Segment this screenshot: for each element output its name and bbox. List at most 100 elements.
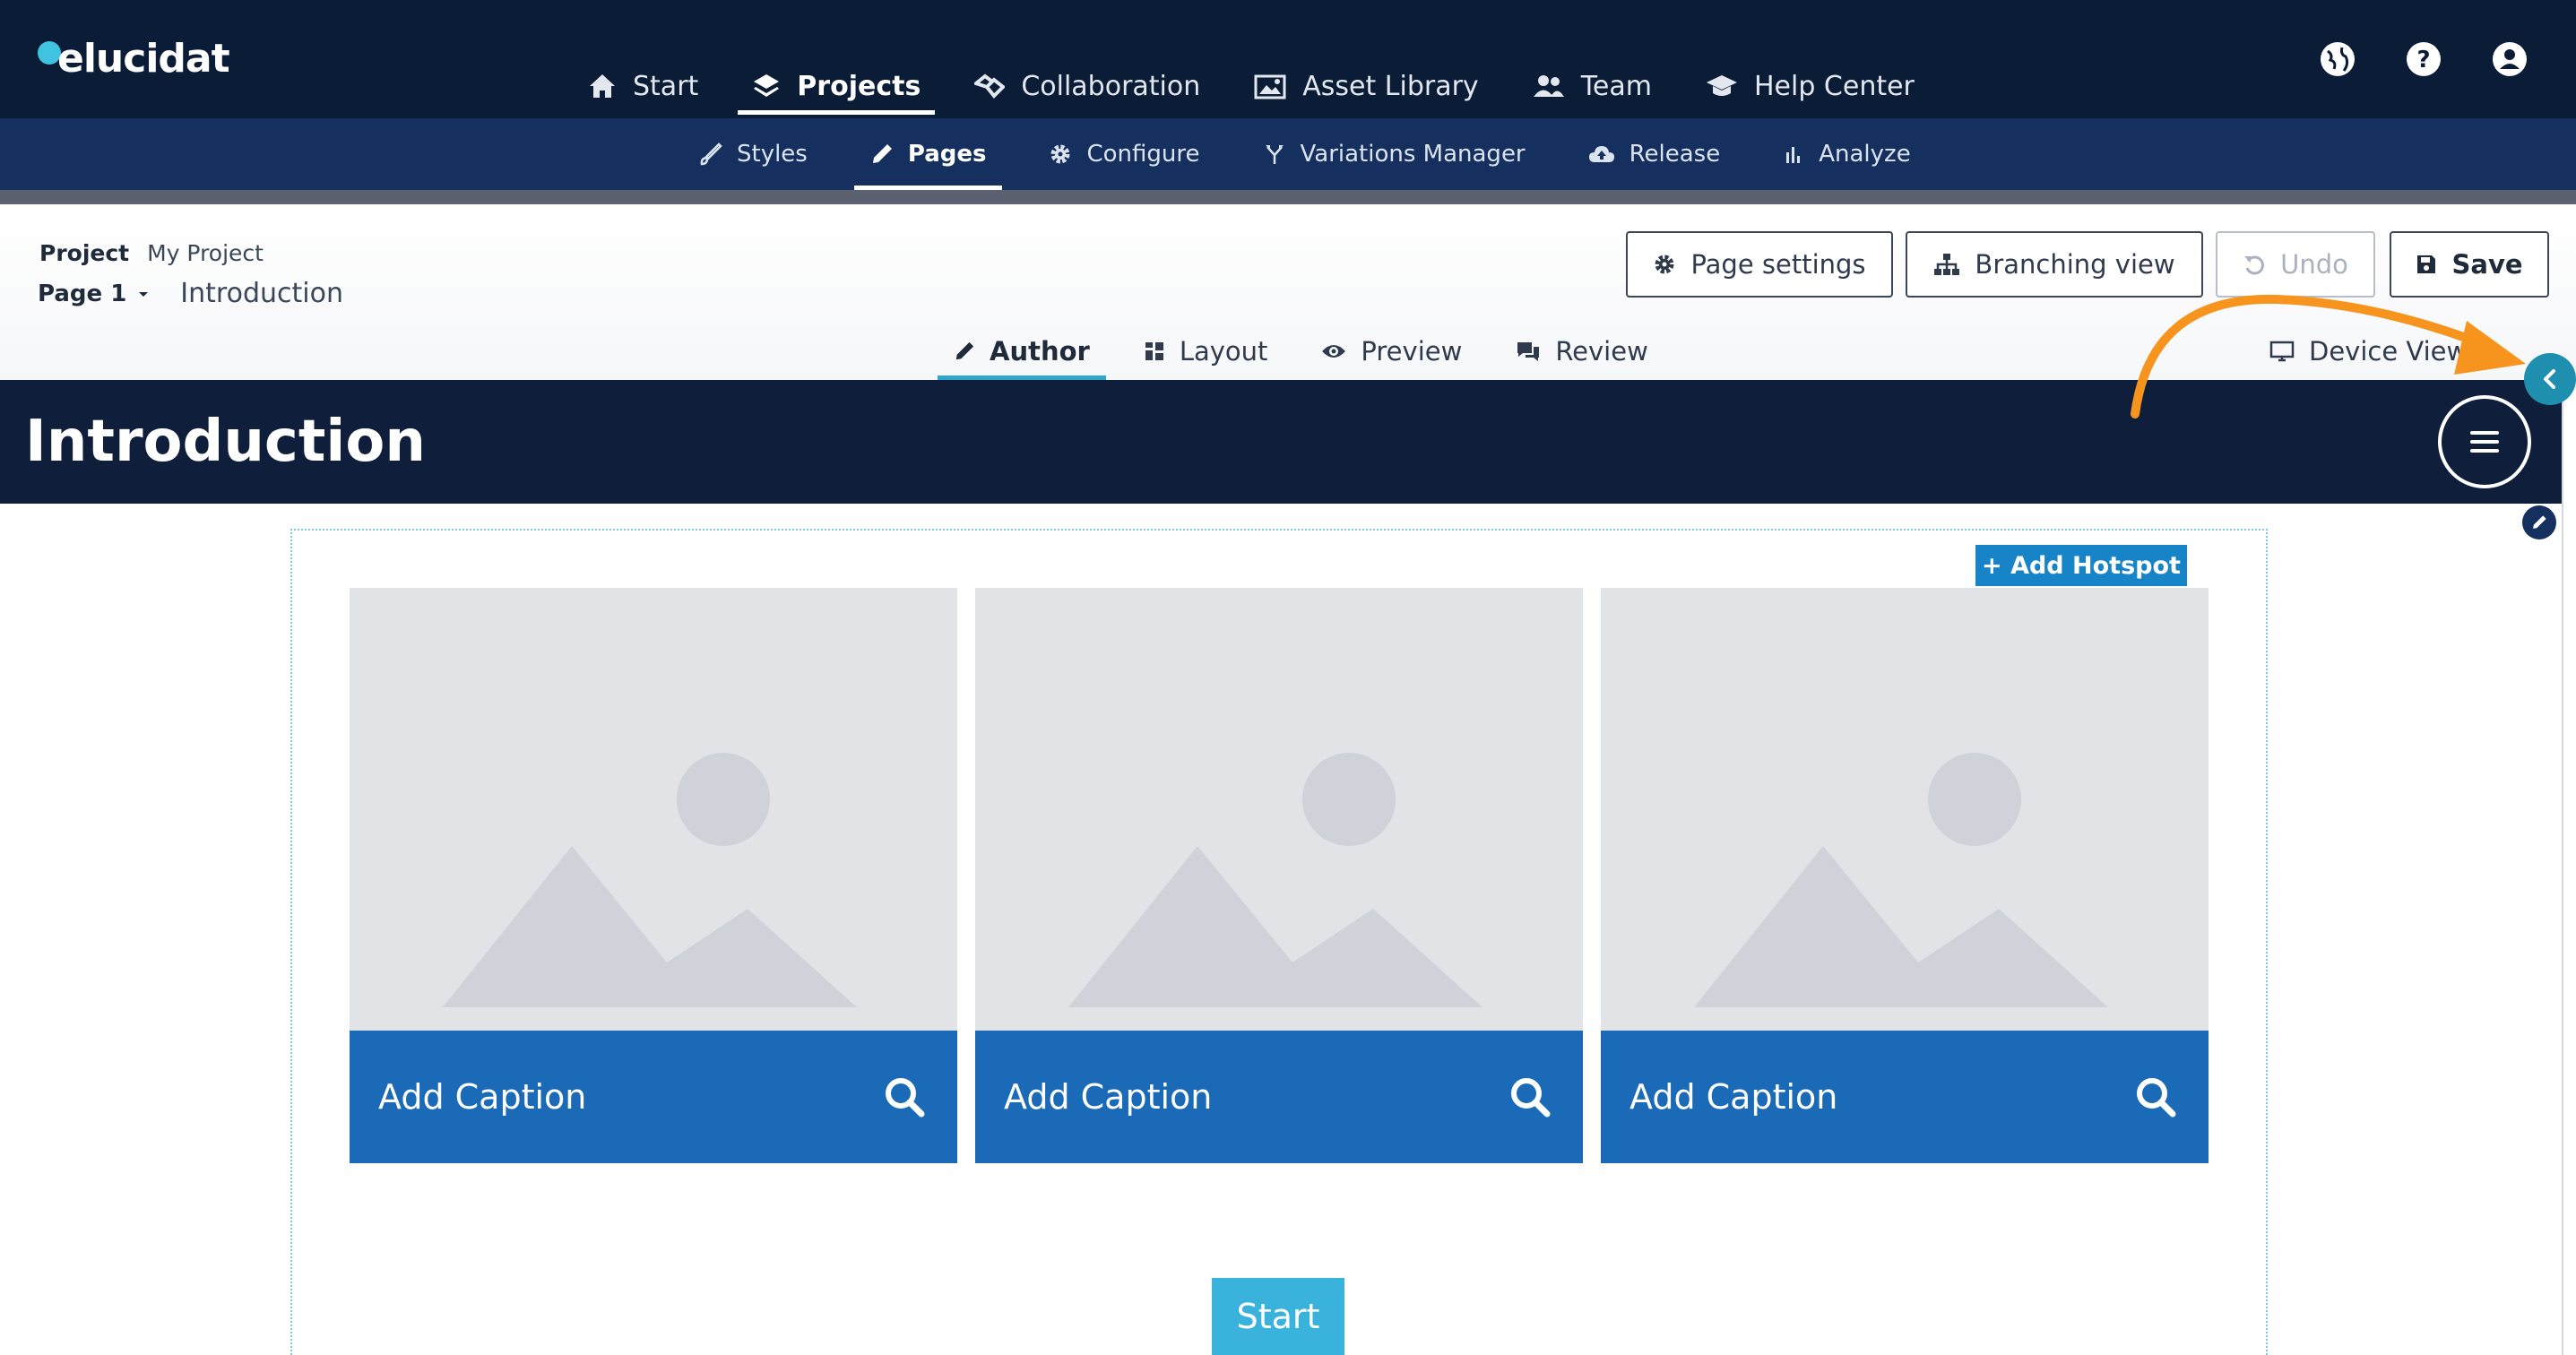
nav-item-collaboration[interactable]: Collaboration: [960, 57, 1215, 115]
image-card[interactable]: Add Caption: [975, 588, 1583, 1163]
eye-icon: [1322, 345, 1346, 358]
nav-item-start[interactable]: Start: [574, 57, 713, 115]
sub-navigation: Styles Pages Configure Variations Manage…: [0, 118, 2576, 190]
graduation-cap-icon: [1706, 75, 1737, 96]
caption-text[interactable]: Add Caption: [378, 1077, 586, 1117]
handshake-icon: [974, 73, 1006, 99]
tab-author[interactable]: Author: [938, 323, 1106, 380]
device-view-selector[interactable]: Device View: [2269, 323, 2468, 380]
subnav-item-release[interactable]: Release: [1572, 118, 1737, 190]
image-placeholder-icon: [443, 753, 857, 1007]
gear-icon: [1050, 144, 1070, 164]
page-settings-button[interactable]: Page settings: [1626, 231, 1893, 298]
monitor-icon: [2269, 341, 2295, 362]
cloud-upload-icon: [1588, 146, 1614, 162]
subnav-item-analyze[interactable]: Analyze: [1767, 118, 1926, 190]
nav-item-team[interactable]: Team: [1518, 57, 1666, 115]
subnav-item-label: Release: [1629, 141, 1721, 168]
nav-item-projects[interactable]: Projects: [738, 57, 936, 115]
branch-icon: [1265, 145, 1284, 164]
account-icon[interactable]: [2490, 39, 2529, 79]
zoom-search-icon[interactable]: [884, 1076, 925, 1118]
subnav-item-variations-manager[interactable]: Variations Manager: [1247, 118, 1542, 190]
undo-label: Undo: [2280, 249, 2348, 280]
subnav-item-label: Configure: [1086, 141, 1200, 168]
caption-bar: Add Caption: [350, 1031, 957, 1163]
sub-nav: Styles Pages Configure Variations Manage…: [683, 118, 1958, 190]
image-card[interactable]: Add Caption: [350, 588, 957, 1163]
nav-item-label: Help Center: [1753, 70, 1915, 102]
tab-review[interactable]: Review: [1500, 323, 1664, 380]
subnav-item-styles[interactable]: Styles: [683, 118, 824, 190]
nav-item-asset-library[interactable]: Asset Library: [1240, 57, 1492, 115]
image-placeholder[interactable]: [350, 588, 957, 1031]
image-placeholder[interactable]: [1601, 588, 2209, 1031]
image-card[interactable]: Add Caption: [1601, 588, 2209, 1163]
add-hotspot-button[interactable]: + Add Hotspot: [1975, 545, 2187, 586]
caption-bar: Add Caption: [975, 1031, 1583, 1163]
nav-item-label: Projects: [797, 70, 921, 102]
hamburger-icon: [2470, 431, 2499, 453]
tab-preview[interactable]: Preview: [1305, 323, 1478, 380]
tab-label: Review: [1555, 336, 1648, 367]
gear-icon: [1655, 255, 1674, 274]
save-button[interactable]: Save: [2390, 231, 2549, 298]
zoom-search-icon[interactable]: [2135, 1076, 2176, 1118]
subnav-item-label: Analyze: [1819, 141, 1911, 168]
pencil-icon: [2533, 515, 2546, 529]
project-name[interactable]: My Project: [147, 240, 264, 266]
caption-bar: Add Caption: [1601, 1031, 2209, 1163]
tab-layout[interactable]: Layout: [1128, 323, 1284, 380]
nav-item-label: Start: [633, 70, 699, 102]
caption-text[interactable]: Add Caption: [1004, 1077, 1212, 1117]
users-icon: [1533, 75, 1564, 97]
brush-icon: [700, 142, 722, 166]
subnav-item-pages[interactable]: Pages: [853, 118, 1003, 190]
course-menu-button[interactable]: [2438, 395, 2531, 488]
sitemap-icon: [1934, 254, 1960, 275]
page-selector-row: Page 1 Introduction: [38, 278, 343, 309]
pencil-icon: [955, 341, 974, 360]
layers-icon: [754, 74, 780, 97]
svg-text:?: ?: [2416, 47, 2430, 73]
branching-view-label: Branching view: [1975, 249, 2175, 280]
floppy-disk-icon: [2417, 255, 2436, 273]
course-title-bar: Introduction: [0, 380, 2562, 504]
nav-item-help-center[interactable]: Help Center: [1691, 57, 1929, 115]
caret-down-icon[interactable]: [137, 289, 150, 298]
subnav-item-configure[interactable]: Configure: [1033, 118, 1215, 190]
help-icon[interactable]: ?: [2404, 39, 2443, 79]
images-icon: [1254, 74, 1286, 99]
course-page-title[interactable]: Introduction: [25, 409, 426, 475]
elucidat-logo[interactable]: elucidat: [38, 36, 230, 82]
image-placeholder[interactable]: [975, 588, 1583, 1031]
pencil-icon: [872, 144, 892, 163]
home-icon: [590, 74, 615, 98]
page-selector[interactable]: Page 1: [38, 280, 126, 307]
image-placeholder-icon: [1694, 753, 2108, 1007]
zoom-search-icon[interactable]: [1509, 1076, 1551, 1118]
side-panel-toggle[interactable]: [2524, 353, 2576, 405]
globe-icon[interactable]: [2318, 39, 2357, 79]
branching-view-button[interactable]: Branching view: [1906, 231, 2203, 298]
tab-label: Author: [990, 336, 1090, 367]
start-button[interactable]: Start: [1212, 1278, 1344, 1355]
save-label: Save: [2451, 249, 2523, 280]
mode-tabs: Author Layout Preview Review: [938, 323, 1686, 380]
image-placeholder-icon: [1068, 753, 1482, 1007]
undo-button[interactable]: Undo: [2216, 231, 2375, 298]
top-right-icons: ?: [2271, 39, 2529, 79]
nav-divider: [0, 190, 2576, 204]
subnav-item-label: Styles: [737, 141, 808, 168]
edit-component-button[interactable]: [2522, 505, 2556, 539]
page-title: Introduction: [180, 278, 343, 309]
main-nav: Start Projects Collaboration Asset Libra…: [574, 57, 1954, 115]
project-key: Project: [39, 240, 130, 266]
tab-label: Layout: [1179, 336, 1268, 367]
caption-text[interactable]: Add Caption: [1629, 1077, 1837, 1117]
subnav-item-label: Variations Manager: [1300, 141, 1526, 168]
device-view-label: Device View: [2309, 336, 2468, 367]
comments-icon: [1517, 342, 1540, 361]
bar-chart-icon: [1786, 147, 1801, 163]
page-header: Project My Project Page 1 Introduction P…: [0, 204, 2576, 380]
